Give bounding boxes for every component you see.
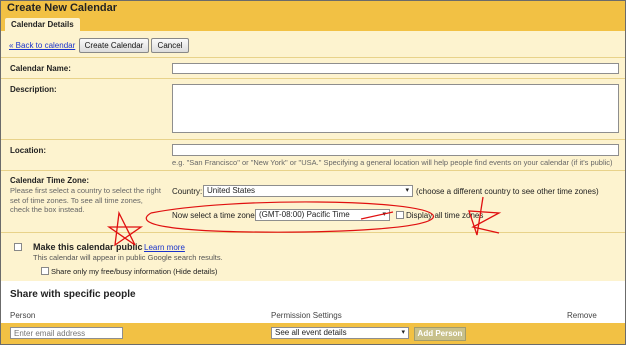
time-zone-label: Calendar Time Zone: xyxy=(10,176,89,185)
tab-bar: Calendar Details xyxy=(1,17,625,31)
permission-value: See all event details xyxy=(275,328,347,337)
calendar-name-input[interactable] xyxy=(172,63,619,74)
divider xyxy=(1,170,625,171)
tab-calendar-details[interactable]: Calendar Details xyxy=(5,18,80,31)
remove-column-header: Remove xyxy=(567,311,597,320)
divider xyxy=(1,78,625,79)
time-zone-value: (GMT-08:00) Pacific Time xyxy=(259,210,350,219)
page-title: Create New Calendar xyxy=(1,1,625,17)
permission-column-header: Permission Settings xyxy=(271,311,342,320)
help-line: set of time zones. To see all time zones… xyxy=(10,195,143,205)
learn-more-link[interactable]: Learn more xyxy=(144,243,185,252)
person-column-header: Person xyxy=(10,311,36,320)
create-calendar-button[interactable]: Create Calendar xyxy=(79,38,149,53)
email-input[interactable] xyxy=(10,327,123,339)
share-title: Share with specific people xyxy=(10,289,136,300)
permission-select[interactable]: See all event details ▾ xyxy=(271,327,409,339)
divider xyxy=(1,57,625,58)
description-textarea[interactable] xyxy=(172,84,619,133)
make-public-checkbox[interactable] xyxy=(14,243,22,251)
location-input[interactable] xyxy=(172,144,619,156)
display-all-label: Display all time zones xyxy=(406,211,484,220)
form-panel: « Back to calendar Create Calendar Cance… xyxy=(1,31,625,344)
description-label: Description: xyxy=(10,85,57,94)
help-line: Please first select a country to select … xyxy=(10,186,161,195)
back-to-calendar-link[interactable]: « Back to calendar xyxy=(9,41,75,50)
calendar-name-label: Calendar Name: xyxy=(10,64,71,73)
divider xyxy=(1,139,625,140)
chevron-down-icon: ▾ xyxy=(401,329,405,336)
help-line: check the box instead. xyxy=(10,205,85,214)
chevron-down-icon: ▾ xyxy=(405,187,409,194)
location-hint: e.g. "San Francisco" or "New York" or "U… xyxy=(172,158,613,167)
add-person-button[interactable]: Add Person xyxy=(414,327,466,341)
chevron-down-icon: ▾ xyxy=(382,211,386,218)
free-busy-label: Share only my free/busy information (Hid… xyxy=(51,267,218,276)
display-all-time-zones-checkbox[interactable] xyxy=(396,211,404,219)
cancel-button[interactable]: Cancel xyxy=(151,38,189,53)
make-public-label: Make this calendar public xyxy=(33,242,143,252)
country-select[interactable]: United States ▾ xyxy=(203,185,413,197)
country-label: Country: xyxy=(172,187,203,196)
country-value: United States xyxy=(207,186,256,195)
country-note: (choose a different country to see other… xyxy=(416,187,599,196)
time-zone-select-label: Now select a time zone: xyxy=(172,211,257,220)
time-zone-select[interactable]: (GMT-08:00) Pacific Time ▾ xyxy=(255,209,390,221)
time-zone-help: Please first select a country to select … xyxy=(10,186,161,215)
divider xyxy=(1,232,625,233)
public-note: This calendar will appear in public Goog… xyxy=(33,253,223,262)
location-label: Location: xyxy=(10,146,46,155)
create-calendar-window: Create New Calendar Calendar Details « B… xyxy=(0,0,626,345)
free-busy-checkbox[interactable] xyxy=(41,267,49,275)
